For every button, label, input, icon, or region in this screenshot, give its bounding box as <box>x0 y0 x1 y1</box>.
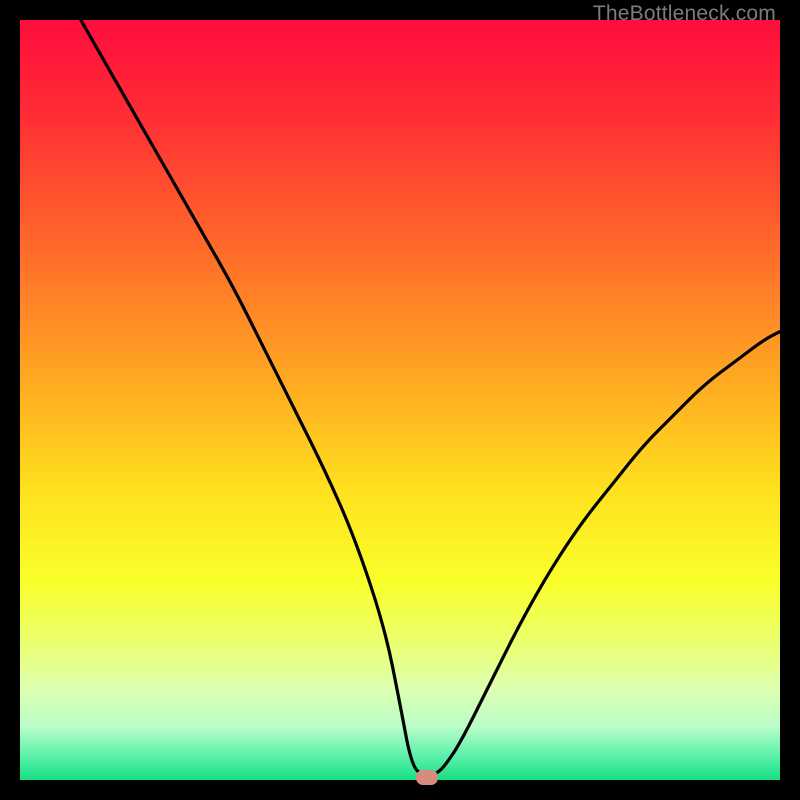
watermark-text: TheBottleneck.com <box>593 2 776 26</box>
bottleneck-chart <box>20 20 780 780</box>
gradient-background <box>20 20 780 780</box>
optimum-marker <box>416 770 438 785</box>
